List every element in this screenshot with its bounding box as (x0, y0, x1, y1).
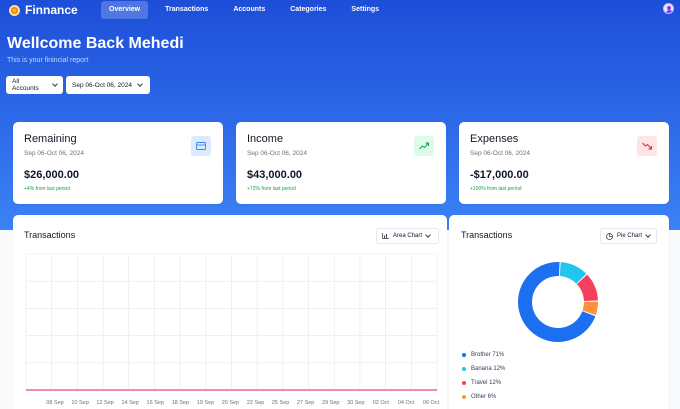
x-tick-label: 16 Sep (147, 400, 164, 406)
legend-item: Other 6% (462, 394, 496, 400)
x-tick-label: 14 Sep (121, 400, 138, 406)
legend-item: Banana 12% (462, 366, 505, 372)
legend-label: Banana 12% (471, 366, 506, 372)
transactions-area-chart: 08 Sep 10 Sep 12 Sep 14 Sep 16 Sep 18 Sep 19 S… (25, 253, 440, 406)
x-tick-label: 04 Oct (398, 400, 415, 406)
x-tick-label: 20 Sep (222, 400, 239, 406)
legend-dot (462, 367, 466, 371)
x-tick-label: 06 Oct (423, 400, 440, 406)
legend-label: Brother 71% (471, 352, 505, 358)
x-tick-label: 02 Oct (373, 400, 390, 406)
legend-label: Travel 12% (471, 380, 502, 386)
legend-dot (462, 381, 466, 385)
x-tick-label: 29 Sep (322, 400, 339, 406)
legend-item: Brother 71% (462, 352, 504, 358)
legend-dot (462, 353, 466, 357)
x-tick-label: 19 Sep (197, 400, 214, 406)
x-tick-label: 10 Sep (71, 400, 88, 406)
x-tick-label: 25 Sep (272, 400, 289, 406)
x-tick-label: 08 Sep (46, 400, 63, 406)
x-tick-label: 12 Sep (96, 400, 113, 406)
x-tick-label: 18 Sep (172, 400, 189, 406)
x-tick-label: 27 Sep (297, 400, 314, 406)
x-tick-label: 30 Sep (347, 400, 364, 406)
x-tick-label: 22 Sep (247, 400, 264, 406)
legend-item: Travel 12% (462, 380, 501, 386)
legend-dot (462, 395, 466, 399)
legend-label: Other 6% (471, 394, 497, 400)
